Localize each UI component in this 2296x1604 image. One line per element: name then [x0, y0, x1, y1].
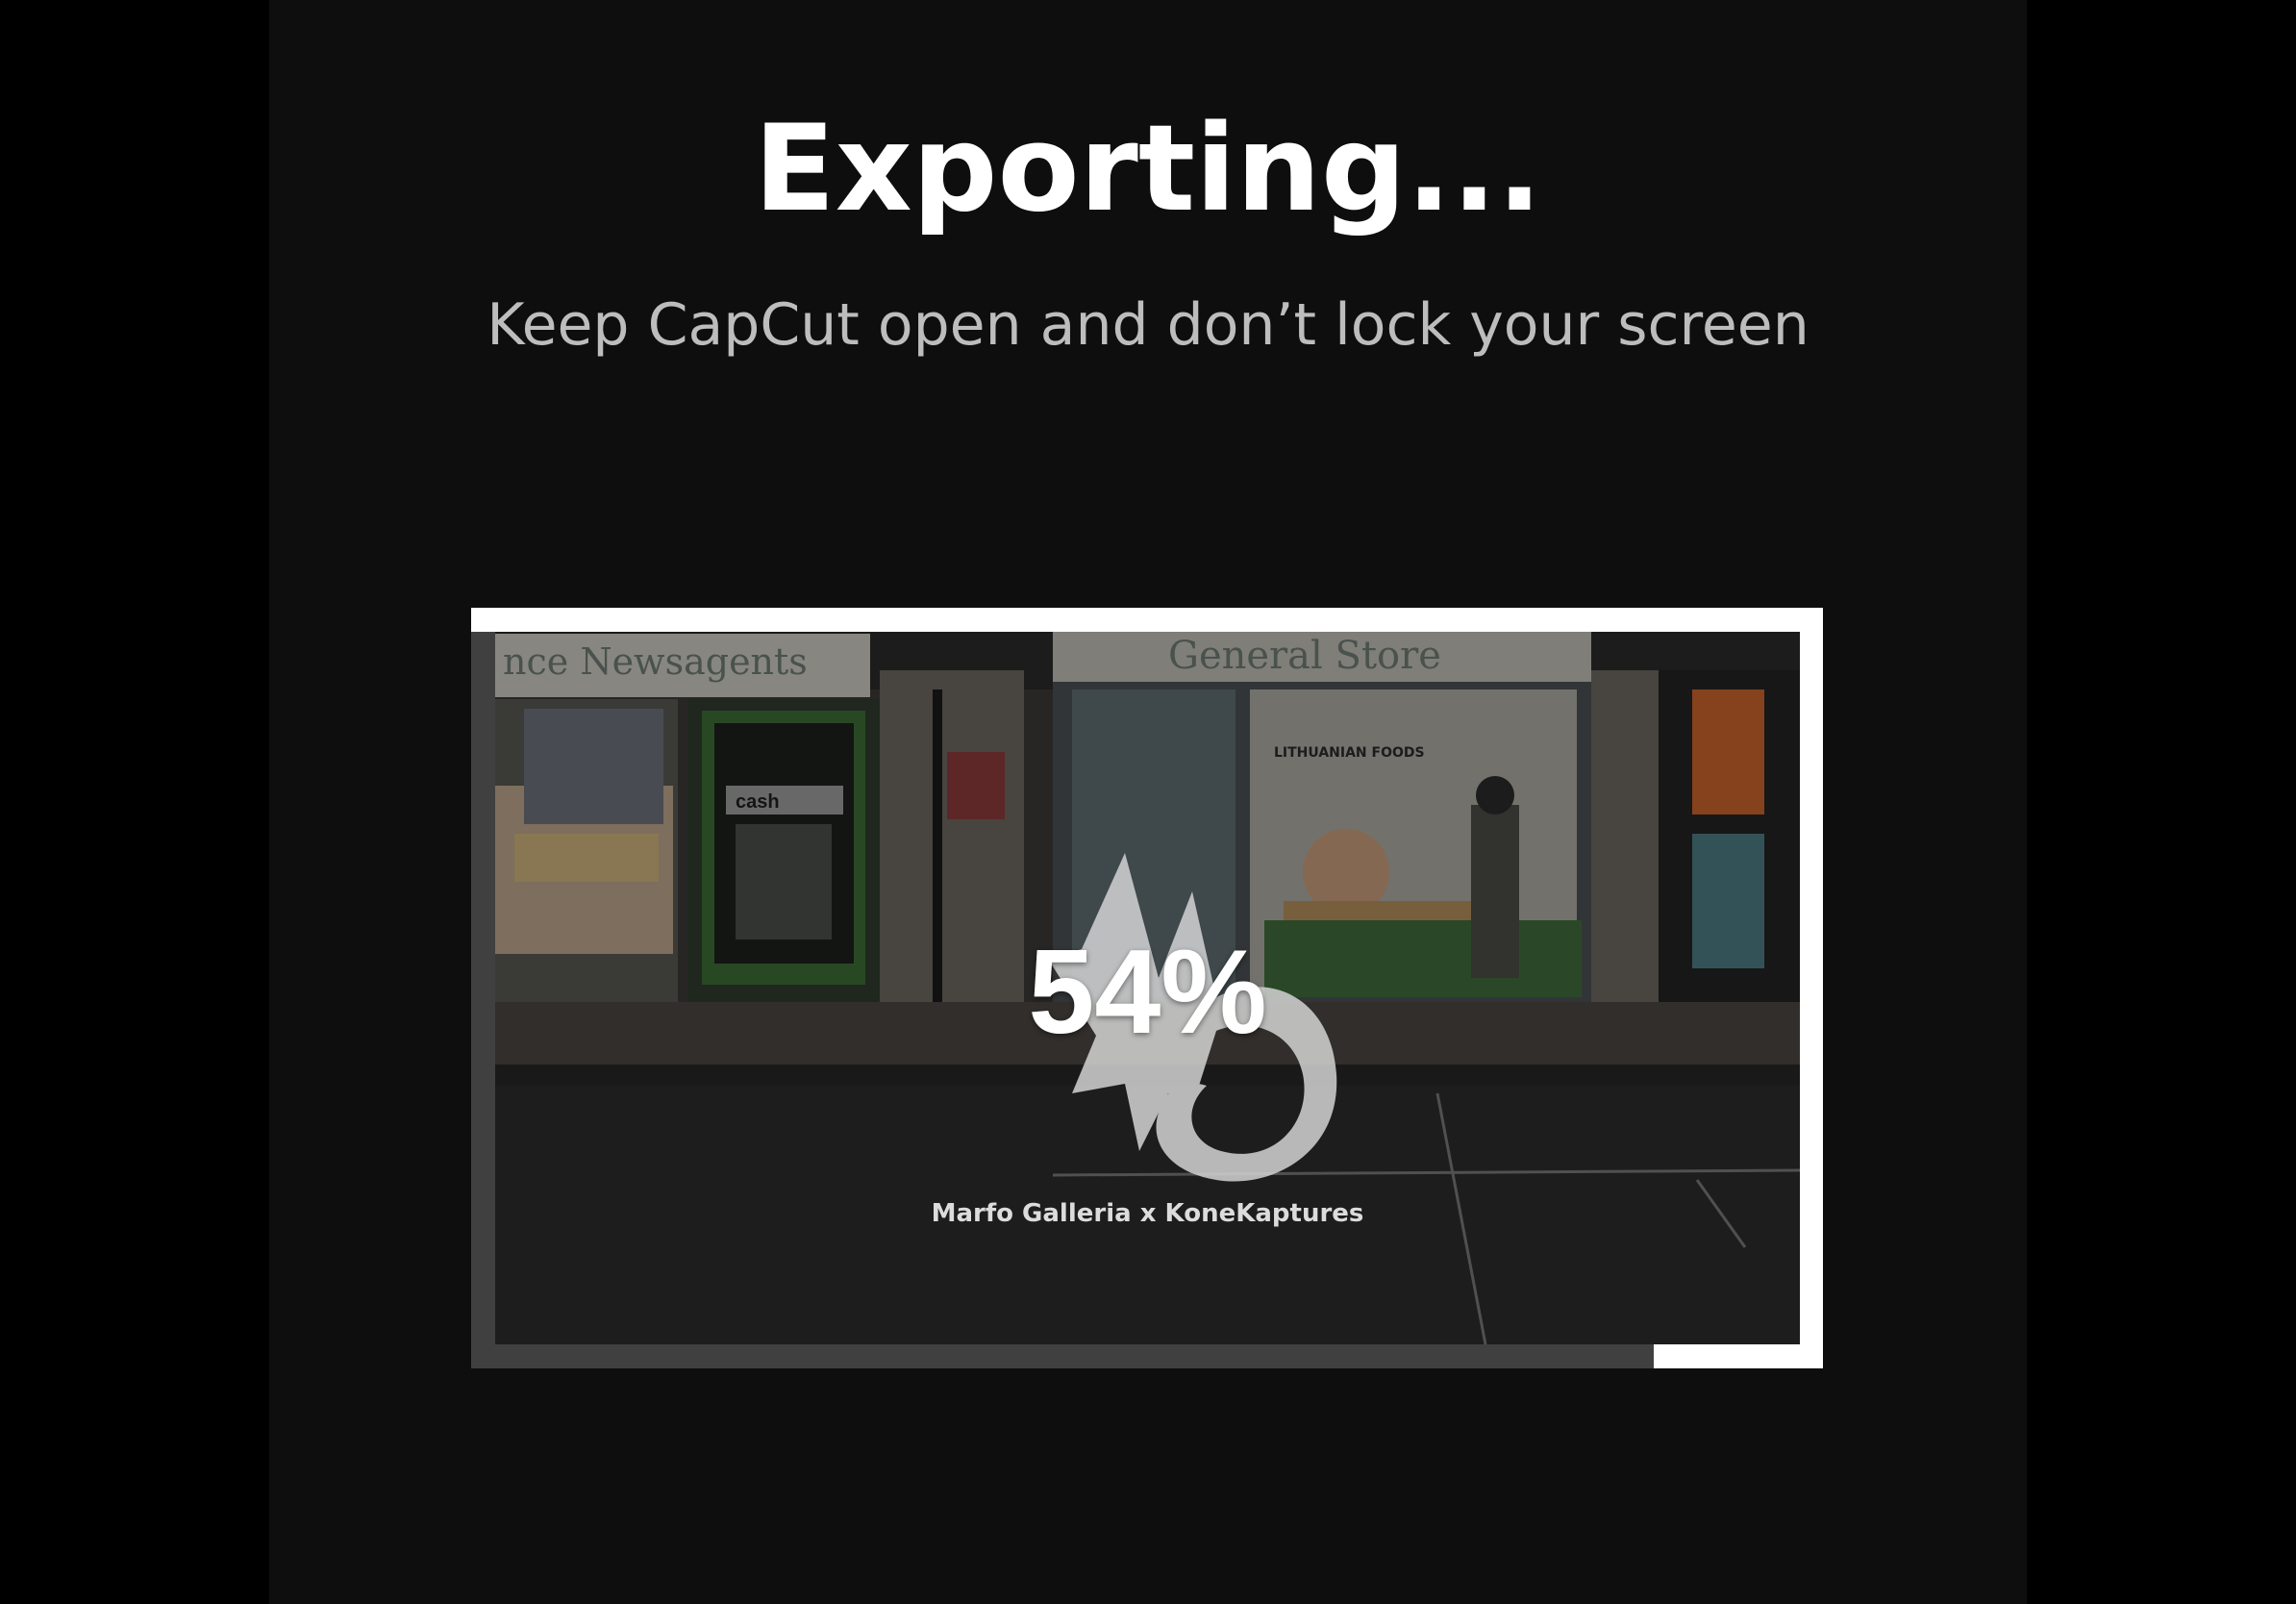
watermark-text: Marfo Galleria x KoneKaptures: [931, 1199, 1364, 1228]
export-subtitle: Keep CapCut open and don’t lock your scr…: [487, 291, 1809, 359]
progress-fill-segment: [1654, 1344, 1823, 1368]
export-percent: 54%: [1028, 926, 1267, 1059]
progress-fill-segment: [1799, 608, 1823, 1368]
video-preview: nce Newsagents cash General Store LITHUA…: [495, 632, 1800, 1344]
export-title: Exporting...: [754, 100, 1542, 238]
progress-fill-segment: [471, 608, 1823, 632]
export-screen: Exporting... Keep CapCut open and don’t …: [269, 0, 2027, 1604]
